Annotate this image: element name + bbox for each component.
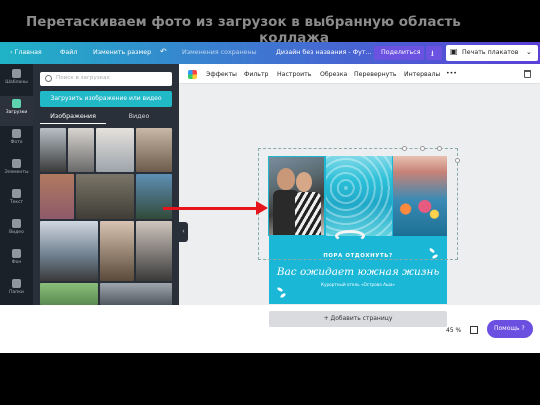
upload-thumbnail[interactable] xyxy=(100,221,134,281)
elements-icon xyxy=(12,159,21,168)
upload-thumbnail[interactable] xyxy=(136,128,172,172)
tab-video[interactable]: Видео xyxy=(106,112,172,124)
top-bar: ‹ Главная Файл Изменить размер ↶ Изменен… xyxy=(0,42,540,64)
resize-handle[interactable] xyxy=(437,146,442,151)
upload-thumbnail[interactable] xyxy=(40,221,98,281)
rail-item-templates[interactable]: Шаблоны xyxy=(0,66,33,96)
save-status: Изменения сохранены xyxy=(182,49,257,56)
rail-item-elements[interactable]: Элементы xyxy=(0,156,33,186)
caption-line-1: Перетаскиваем фото из загрузок в выбранн… xyxy=(26,14,461,30)
upload-thumbnail[interactable] xyxy=(68,128,94,172)
upload-thumbnail[interactable] xyxy=(40,174,74,219)
upload-thumbnail[interactable] xyxy=(136,174,172,219)
rail-item-label: Шаблоны xyxy=(5,80,28,85)
drag-arrow-head xyxy=(256,201,268,215)
drag-arrow xyxy=(163,207,259,210)
help-button[interactable]: Помощь ? xyxy=(487,320,533,338)
leaf-decoration xyxy=(276,286,284,293)
rail-item-label: Загрузки xyxy=(5,110,28,115)
home-link[interactable]: ‹ Главная xyxy=(10,49,42,56)
upload-thumbnail[interactable] xyxy=(100,283,172,305)
tab-images[interactable]: Изображения xyxy=(40,112,106,124)
upload-thumbnail[interactable] xyxy=(40,283,98,305)
chevron-down-icon: ⌄ xyxy=(526,48,532,56)
templates-icon xyxy=(12,69,21,78)
rail-item-photos[interactable]: Фото xyxy=(0,126,33,156)
rail-item-label: Фон xyxy=(11,260,22,265)
print-icon: ▣ xyxy=(450,47,458,56)
rail-item-text[interactable]: Текст xyxy=(0,186,33,216)
share-button[interactable]: Поделиться xyxy=(374,46,424,60)
upload-thumbnail[interactable] xyxy=(40,128,66,172)
undo-icon[interactable]: ↶ xyxy=(160,47,167,56)
resize-handle[interactable] xyxy=(402,146,407,151)
left-rail: Шаблоны Загрузки Фото Элементы Текст Вид… xyxy=(0,64,33,305)
rail-item-folders[interactable]: Папки xyxy=(0,276,33,306)
design-headline[interactable]: Вас ожидает южная жизнь xyxy=(269,266,447,278)
upload-thumbnail[interactable] xyxy=(96,128,134,172)
more-options-button[interactable]: ••• xyxy=(446,70,457,77)
search-input[interactable]: Поиск в загрузках xyxy=(40,72,172,86)
rail-item-label: Папки xyxy=(9,290,24,295)
leaf-decoration xyxy=(279,292,287,299)
print-button-label: Печать плакатов xyxy=(462,49,519,56)
add-page-button[interactable]: + Добавить страницу xyxy=(269,311,447,327)
share-button-label: Поделиться xyxy=(381,49,421,56)
adjust-button[interactable]: Настроить xyxy=(277,71,311,78)
video-icon xyxy=(12,219,21,228)
zoom-level[interactable]: 45 % xyxy=(446,327,461,334)
filter-button[interactable]: Фильтр xyxy=(244,71,268,78)
background-icon xyxy=(12,249,21,258)
color-swatch-icon[interactable] xyxy=(188,70,197,79)
uploads-icon xyxy=(12,99,21,108)
rail-item-label: Элементы xyxy=(4,170,29,175)
media-tabs: Изображения Видео xyxy=(40,112,172,124)
search-placeholder: Поиск в загрузках xyxy=(56,75,110,81)
rail-item-label: Видео xyxy=(9,230,24,235)
drop-target-highlight xyxy=(268,156,325,236)
crop-button[interactable]: Обрезка xyxy=(320,71,347,78)
document-title[interactable]: Дизайн без названия - Фут... xyxy=(276,49,372,56)
resize-handle[interactable] xyxy=(420,146,425,151)
upload-media-button[interactable]: Загрузить изображение или видео xyxy=(40,91,172,107)
photos-icon xyxy=(12,129,21,138)
print-posters-button[interactable]: ▣ Печать плакатов ⌄ xyxy=(446,45,538,61)
image-toolbar: Эффекты Фильтр Настроить Обрезка Перевер… xyxy=(179,64,540,84)
download-button[interactable]: ⭳ xyxy=(426,46,442,60)
spacing-button[interactable]: Интервалы xyxy=(404,71,440,78)
fullscreen-icon[interactable] xyxy=(470,326,478,334)
rail-item-label: Текст xyxy=(9,200,24,205)
rail-item-uploads[interactable]: Загрузки xyxy=(0,96,33,126)
rotate-handle[interactable] xyxy=(455,158,460,163)
rail-item-background[interactable]: Фон xyxy=(0,246,33,276)
design-subtext[interactable]: Курортный отель «Острова Аша» xyxy=(269,282,447,287)
trash-icon[interactable] xyxy=(524,70,531,78)
upload-thumbnail[interactable] xyxy=(136,221,172,281)
collapse-panel-handle[interactable]: ‹ xyxy=(179,222,188,242)
folders-icon xyxy=(12,279,21,288)
flip-button[interactable]: Перевернуть xyxy=(354,71,397,78)
uploads-grid xyxy=(40,128,172,305)
text-icon xyxy=(12,189,21,198)
search-icon xyxy=(45,75,52,82)
rail-item-label: Фото xyxy=(10,140,23,145)
rail-item-video[interactable]: Видео xyxy=(0,216,33,246)
presentation-frame: Перетаскиваем фото из загрузок в выбранн… xyxy=(0,0,540,405)
download-icon: ⭳ xyxy=(431,49,434,58)
file-menu[interactable]: Файл xyxy=(60,49,77,56)
upload-thumbnail[interactable] xyxy=(76,174,134,219)
resize-menu[interactable]: Изменить размер xyxy=(93,49,151,56)
effects-button[interactable]: Эффекты xyxy=(206,71,237,78)
uploads-panel: Поиск в загрузках Загрузить изображение … xyxy=(33,64,179,305)
